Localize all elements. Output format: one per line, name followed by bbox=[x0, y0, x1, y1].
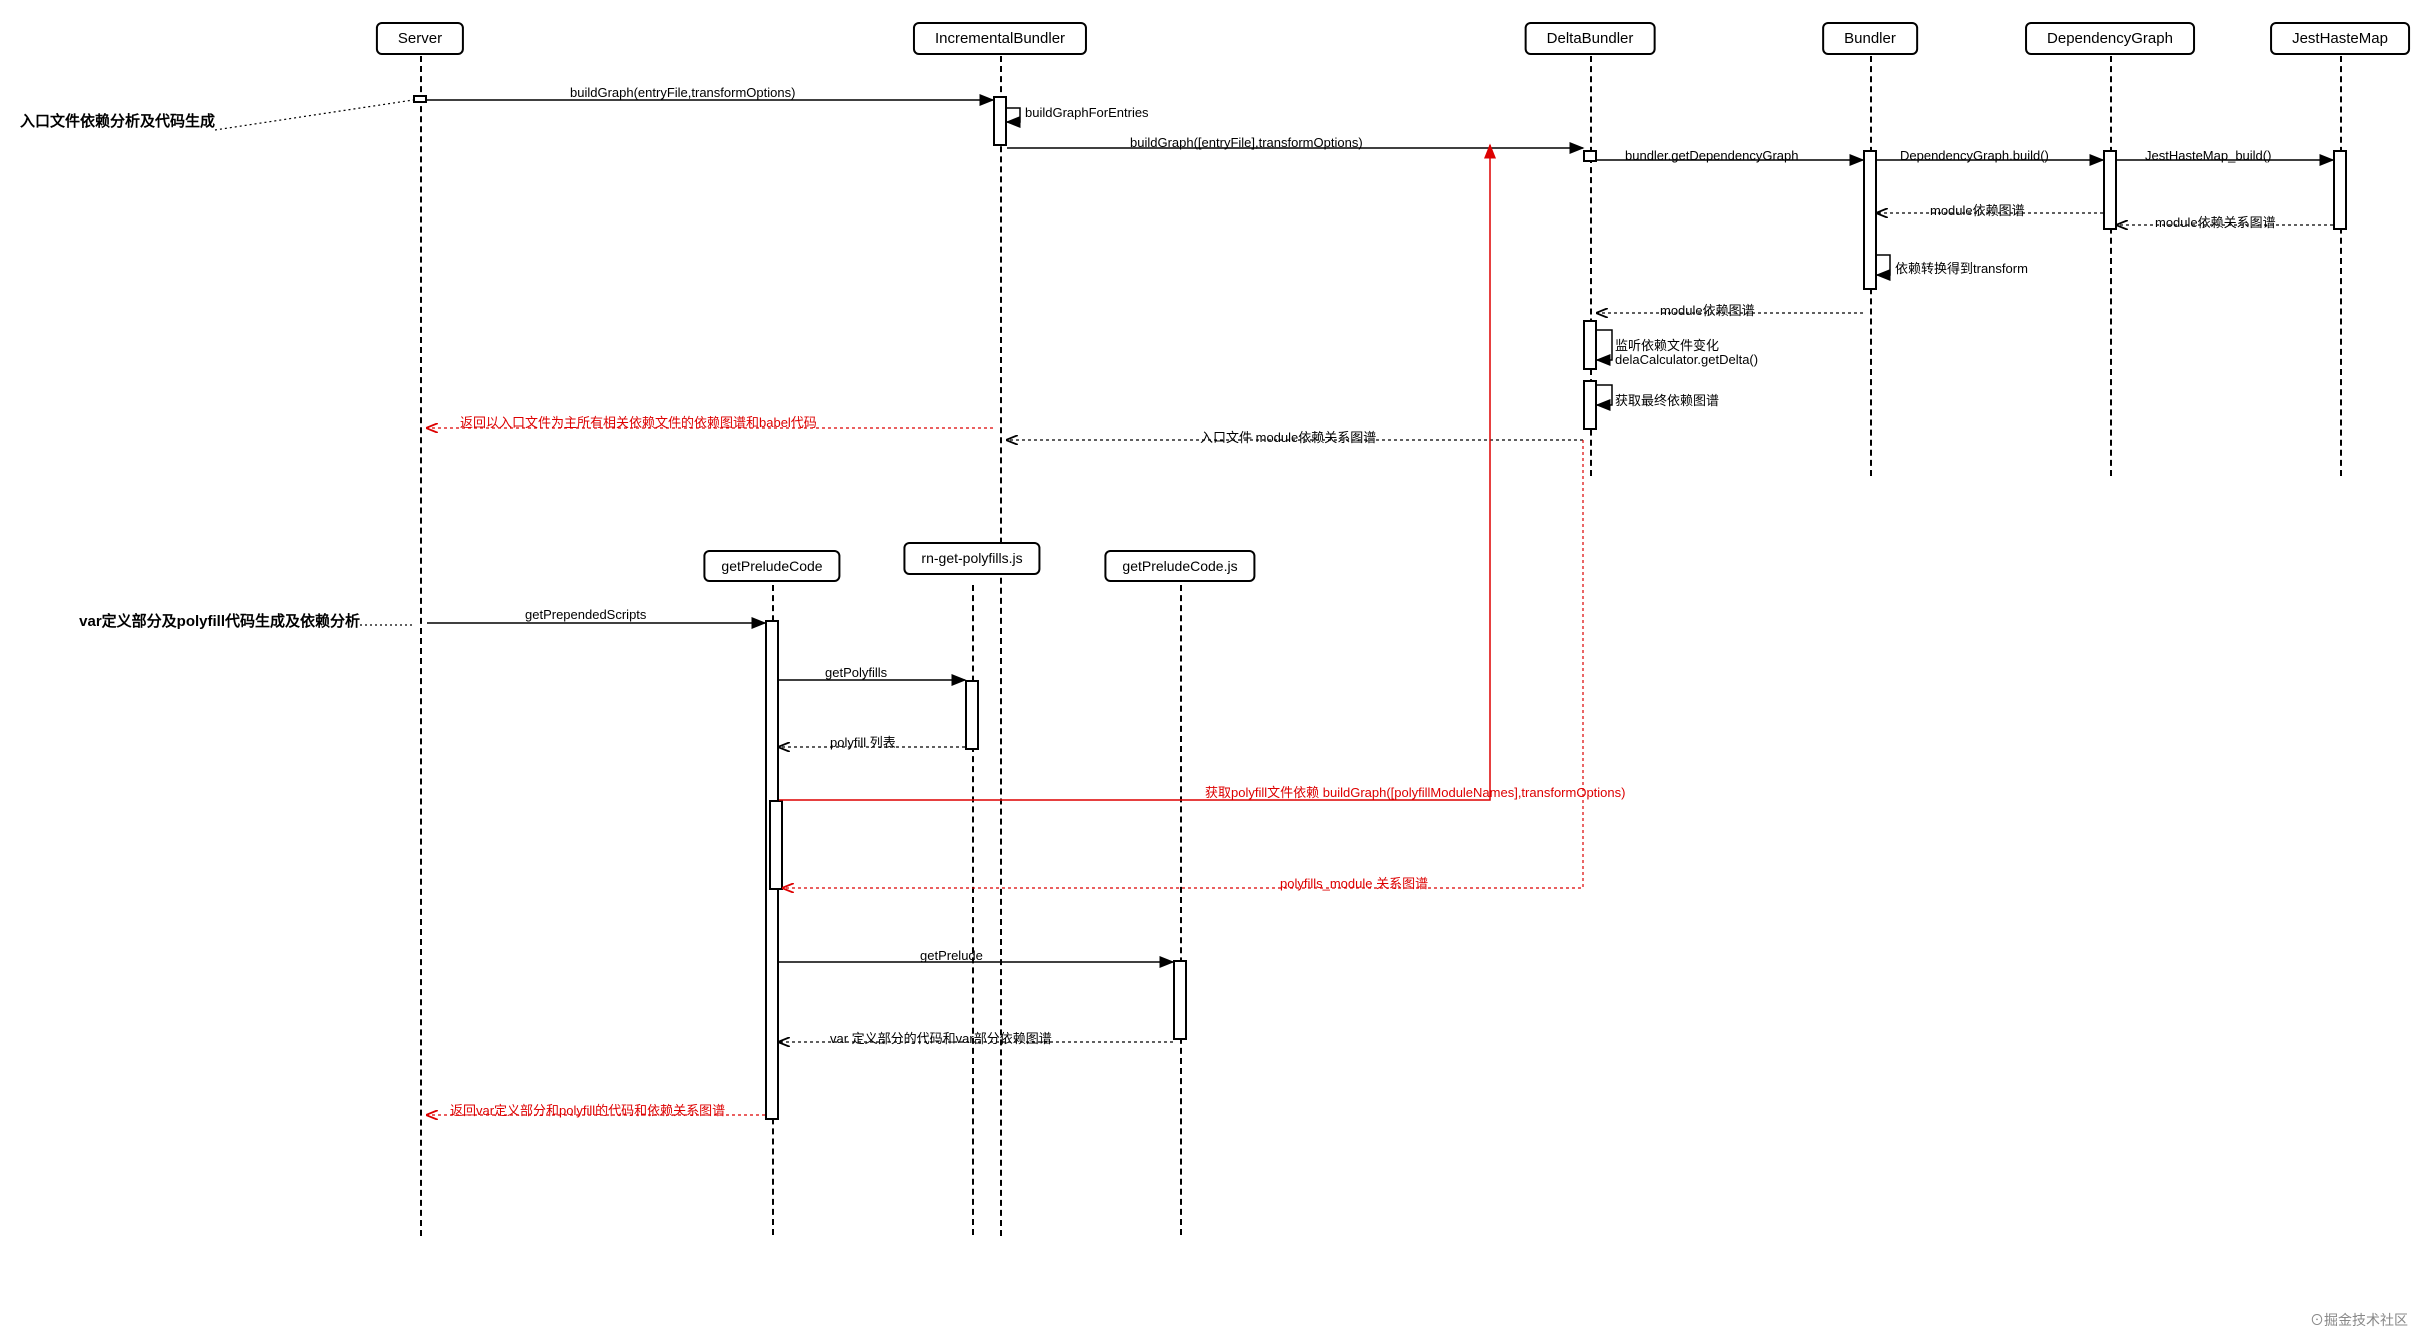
activation-server-1 bbox=[413, 95, 427, 103]
msg-get-prelude: getPrelude bbox=[920, 948, 983, 963]
watermark: ⊙掘金技术社区 bbox=[2310, 1310, 2408, 1330]
activation-db-1 bbox=[1583, 150, 1597, 162]
lifeline-jest-haste-map bbox=[2340, 56, 2342, 476]
msg-var-def-code: var 定义部分的代码和var部分依赖图谱 bbox=[830, 1028, 1052, 1047]
participant-incremental-bundler: IncrementalBundler bbox=[913, 22, 1087, 55]
participant-server: Server bbox=[376, 22, 464, 55]
activation-db-2 bbox=[1583, 320, 1597, 370]
msg-polyfill-list: polyfill 列表 bbox=[830, 732, 896, 751]
msg-get-dep-graph: bundler.getDependencyGraph bbox=[1625, 148, 1798, 163]
participant-rn-get-polyfills: rn-get-polyfills.js bbox=[903, 542, 1040, 575]
activation-jhm-1 bbox=[2333, 150, 2347, 230]
msg-get-polyfills: getPolyfills bbox=[825, 665, 887, 680]
msg-entry-module-dep: 入口文件 module依赖关系图谱 bbox=[1200, 427, 1376, 446]
activation-gpc-2 bbox=[769, 800, 783, 890]
lifeline-server bbox=[420, 56, 422, 1236]
activation-db-3 bbox=[1583, 380, 1597, 430]
lifeline-incremental-bundler bbox=[1000, 56, 1002, 1236]
activation-dg-1 bbox=[2103, 150, 2117, 230]
lifeline-get-prelude-code-js bbox=[1180, 585, 1182, 1235]
section-label-1: 入口文件依赖分析及代码生成 bbox=[20, 110, 215, 131]
msg-dep-graph-build: DependencyGraph.build() bbox=[1900, 148, 2049, 163]
msg-jest-haste-build: JestHasteMap_build() bbox=[2145, 148, 2271, 163]
msg-return-var-def: 返回var定义部分和polyfill的代码和依赖关系图谱 bbox=[450, 1100, 725, 1119]
msg-module-dep-graph-1: module依赖图谱 bbox=[1930, 200, 2025, 219]
participant-delta-bundler: DeltaBundler bbox=[1525, 22, 1656, 55]
msg-get-prepended: getPrependedScripts bbox=[525, 607, 646, 622]
msg-build-graph-entry-file: buildGraph([entryFile],transformOptions) bbox=[1130, 135, 1363, 150]
msg-build-graph-entries: buildGraphForEntries bbox=[1025, 105, 1149, 120]
arrows-layer bbox=[0, 0, 2428, 1342]
section-label-2: var定义部分及polyfill代码生成及依赖分析 bbox=[10, 610, 360, 631]
participant-bundler: Bundler bbox=[1822, 22, 1918, 55]
msg-module-dep-graph-2: module依赖图谱 bbox=[1660, 300, 1755, 319]
activation-bundler-1 bbox=[1863, 150, 1877, 290]
participant-jest-haste-map: JestHasteMap bbox=[2270, 22, 2410, 55]
participant-get-prelude-code: getPreludeCode bbox=[703, 550, 840, 582]
msg-get-polyfill-dep: 获取polyfill文件依赖 buildGraph([polyfillModul… bbox=[1205, 782, 1625, 801]
lifeline-dependency-graph bbox=[2110, 56, 2112, 476]
activation-rgp-1 bbox=[965, 680, 979, 750]
msg-dep-transform: 依赖转换得到transform bbox=[1895, 258, 2028, 277]
msg-dela-calc: delaCalculator.getDelta() bbox=[1615, 352, 1758, 367]
participant-get-prelude-code-js: getPreludeCode.js bbox=[1104, 550, 1255, 582]
msg-build-graph: buildGraph(entryFile,transformOptions) bbox=[570, 85, 795, 100]
activation-gpcjs-1 bbox=[1173, 960, 1187, 1040]
msg-module-dep-rel-graph: module依赖关系图谱 bbox=[2155, 212, 2276, 231]
msg-polyfills-module: polyfills_module 关系图谱 bbox=[1280, 873, 1428, 892]
activation-ib-1 bbox=[993, 96, 1007, 146]
msg-return-entry-dep: 返回以入口文件为主所有相关依赖文件的依赖图谱和babel代码 bbox=[460, 412, 817, 431]
participant-dependency-graph: DependencyGraph bbox=[2025, 22, 2195, 55]
msg-final-dep-graph: 获取最终依赖图谱 bbox=[1615, 390, 1719, 409]
